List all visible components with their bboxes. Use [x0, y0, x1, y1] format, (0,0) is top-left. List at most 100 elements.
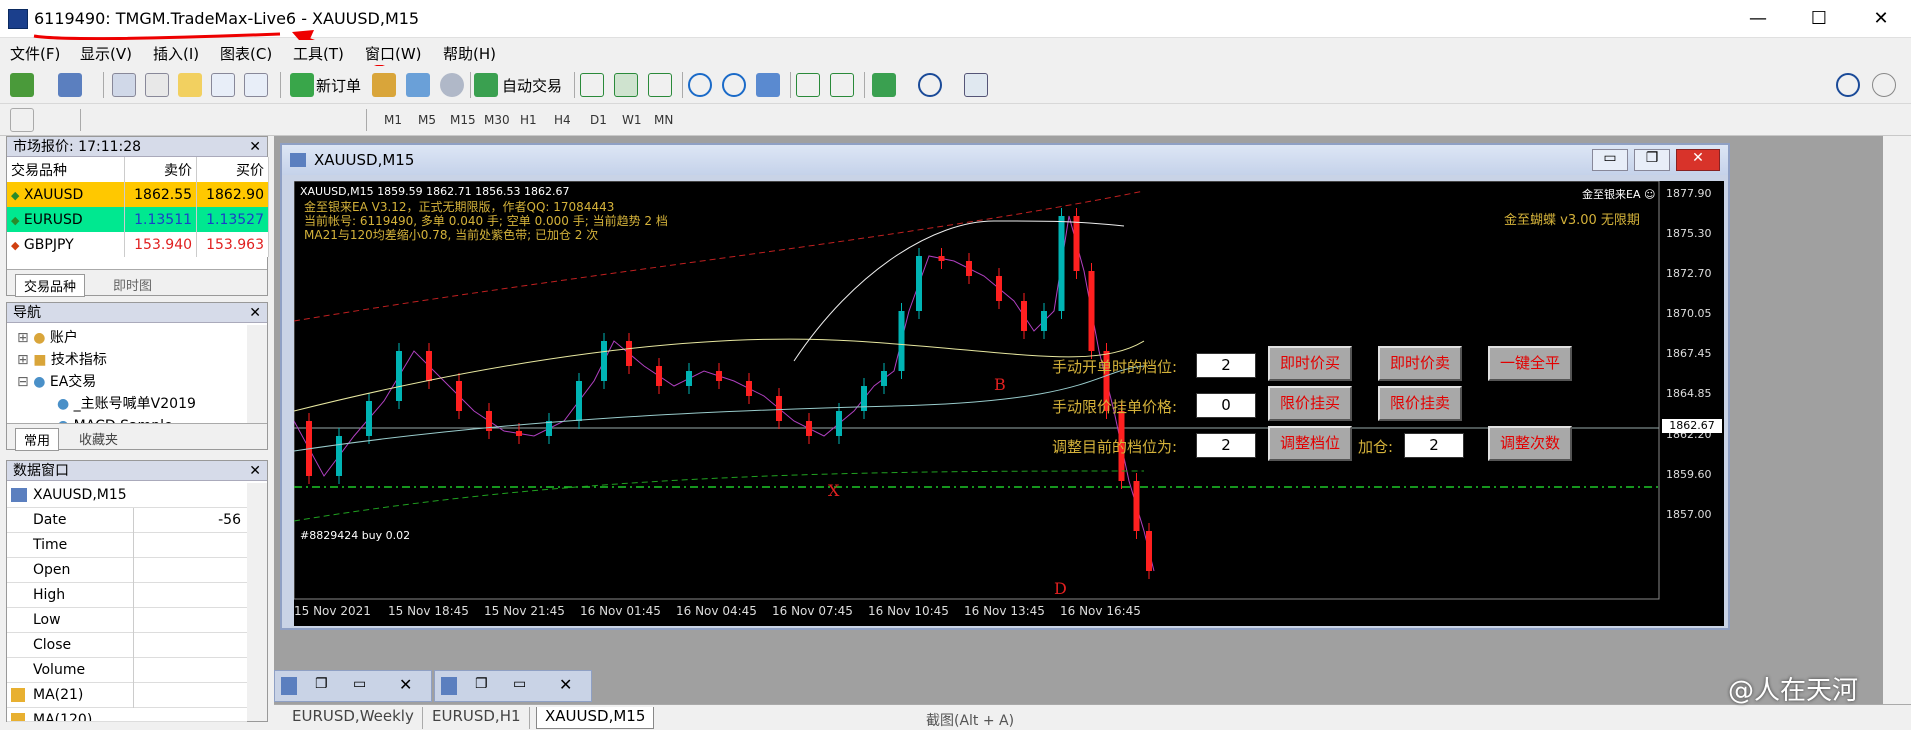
tf-w1[interactable]: W1 — [622, 113, 642, 127]
tab-xauusd-m15[interactable]: XAUUSD,M15 — [536, 707, 655, 729]
search-icon[interactable] — [1836, 73, 1860, 97]
close-icon[interactable]: ✕ — [399, 675, 412, 694]
price-chart[interactable]: XAUUSD,M15 1859.59 1862.71 1856.53 1862.… — [294, 181, 1724, 626]
new-order-button[interactable]: 新订单 — [316, 75, 361, 96]
crosshair-icon[interactable] — [44, 108, 68, 132]
auto-trade-icon[interactable] — [474, 73, 498, 97]
tf-d1[interactable]: D1 — [590, 113, 607, 127]
tester-icon[interactable] — [244, 73, 268, 97]
adjust-level-button[interactable]: 调整档位 — [1268, 426, 1352, 461]
text-label-icon[interactable] — [292, 108, 316, 132]
table-row[interactable]: ◆ XAUUSD 1862.55 1862.90 — [7, 182, 269, 207]
menu-chart[interactable]: 图表(C) — [220, 43, 272, 64]
profiles-icon[interactable] — [58, 73, 82, 97]
trendline-icon[interactable] — [156, 108, 180, 132]
table-row[interactable]: ◆ GBPJPY 153.940 153.963 — [7, 232, 269, 257]
tab-common[interactable]: 常用 — [15, 428, 60, 451]
tf-h1[interactable]: H1 — [520, 113, 537, 127]
adjust-level-input[interactable]: 2 — [1196, 433, 1256, 458]
scrollbar[interactable] — [247, 483, 267, 721]
tile-windows-icon[interactable] — [756, 73, 780, 97]
templates-icon[interactable] — [964, 73, 988, 97]
menu-file[interactable]: 文件(F) — [10, 43, 60, 64]
chart-shift-icon[interactable] — [830, 73, 854, 97]
new-order-icon[interactable] — [290, 73, 314, 97]
tab-eurusd-h1[interactable]: EURUSD,H1 — [424, 707, 530, 729]
tree-item-experts[interactable]: ⊟ ● EA交易 — [17, 371, 196, 393]
menu-help[interactable]: 帮助(H) — [443, 43, 496, 64]
text-icon[interactable] — [258, 108, 282, 132]
scrollbar[interactable] — [247, 325, 267, 425]
cursor-icon[interactable] — [10, 108, 34, 132]
horizontal-line-icon[interactable] — [122, 108, 146, 132]
line-chart-icon[interactable] — [648, 73, 672, 97]
col-bid[interactable]: 卖价 — [124, 157, 198, 182]
limit-price-input[interactable]: 0 — [1196, 393, 1256, 418]
tf-h4[interactable]: H4 — [554, 113, 571, 127]
minimized-chart[interactable]: ❐ ▭ ✕ — [434, 670, 592, 702]
tf-mn[interactable]: MN — [654, 113, 673, 127]
indicators-icon[interactable] — [872, 73, 896, 97]
table-row[interactable]: ◆ EURUSD 1.13511 1.13527 — [7, 207, 269, 232]
new-chart-icon[interactable] — [10, 73, 34, 97]
chart-restore-button[interactable]: ❐ — [1634, 149, 1670, 171]
close-icon[interactable]: ✕ — [249, 303, 261, 323]
zoom-in-icon[interactable] — [688, 73, 712, 97]
vertical-line-icon[interactable] — [88, 108, 112, 132]
channel-icon[interactable] — [190, 108, 214, 132]
arrows-icon[interactable] — [326, 108, 350, 132]
chart-close-button[interactable]: ✕ — [1676, 149, 1720, 171]
col-ask[interactable]: 买价 — [196, 157, 269, 182]
col-symbol[interactable]: 交易品种 — [7, 157, 126, 182]
menu-tools[interactable]: 工具(T) — [293, 43, 344, 64]
add-position-input[interactable]: 2 — [1404, 433, 1464, 458]
sell-limit-button[interactable]: 限价挂卖 — [1378, 386, 1462, 421]
close-all-button[interactable]: 一键全平 — [1488, 346, 1572, 381]
tf-m5[interactable]: M5 — [418, 113, 436, 127]
gold-bar-icon[interactable] — [372, 73, 396, 97]
autoscroll-icon[interactable] — [796, 73, 820, 97]
minimize-button[interactable]: — — [1742, 6, 1774, 32]
market-watch-icon[interactable] — [112, 73, 136, 97]
menu-window[interactable]: 窗口(W) — [365, 43, 422, 64]
community-icon[interactable] — [1872, 73, 1896, 97]
menu-view[interactable]: 显示(V) — [80, 43, 132, 64]
fibo-icon[interactable] — [224, 108, 248, 132]
tab-tick-chart[interactable]: 即时图 — [107, 275, 158, 294]
tab-favorites[interactable]: 收藏夹 — [73, 429, 124, 448]
bar-chart-icon[interactable] — [580, 73, 604, 97]
adjust-count-button[interactable]: 调整次数 — [1488, 426, 1572, 461]
close-icon[interactable]: ✕ — [249, 461, 261, 481]
close-button[interactable]: ✕ — [1865, 6, 1897, 32]
tf-m30[interactable]: M30 — [484, 113, 510, 127]
menu-insert[interactable]: 插入(I) — [153, 43, 199, 64]
restore-icon[interactable]: ❐ — [475, 676, 488, 692]
maximize-button[interactable]: ☐ — [1803, 6, 1835, 32]
tf-m15[interactable]: M15 — [450, 113, 476, 127]
chart-minimize-button[interactable]: ▭ — [1592, 149, 1628, 171]
options-icon[interactable] — [440, 73, 464, 97]
buy-limit-button[interactable]: 限价挂买 — [1268, 386, 1352, 421]
tf-m1[interactable]: M1 — [384, 113, 402, 127]
auto-trade-button[interactable]: 自动交易 — [502, 75, 562, 96]
tree-item-ea[interactable]: ● _主账号喊单V2019 — [17, 393, 196, 415]
candlestick-icon[interactable] — [614, 73, 638, 97]
tab-eurusd-weekly[interactable]: EURUSD,Weekly — [284, 707, 423, 729]
close-icon[interactable]: ✕ — [249, 137, 261, 157]
periods-icon[interactable] — [918, 73, 942, 97]
zoom-out-icon[interactable] — [722, 73, 746, 97]
tree-item-indicators[interactable]: ⊞ ■ 技术指标 — [17, 349, 196, 371]
navigator-icon[interactable] — [178, 73, 202, 97]
maximize-icon[interactable]: ▭ — [353, 676, 366, 692]
tab-symbols[interactable]: 交易品种 — [15, 274, 86, 297]
buy-now-button[interactable]: 即时价买 — [1268, 346, 1352, 381]
terminal-icon[interactable] — [211, 73, 235, 97]
close-icon[interactable]: ✕ — [559, 675, 572, 694]
sell-now-button[interactable]: 即时价卖 — [1378, 346, 1462, 381]
restore-icon[interactable]: ❐ — [315, 676, 328, 692]
data-window-icon[interactable] — [145, 73, 169, 97]
tree-item-accounts[interactable]: ⊞ ● 账户 — [17, 327, 196, 349]
maximize-icon[interactable]: ▭ — [513, 676, 526, 692]
metaeditor-icon[interactable] — [406, 73, 430, 97]
open-level-input[interactable]: 2 — [1196, 353, 1256, 378]
